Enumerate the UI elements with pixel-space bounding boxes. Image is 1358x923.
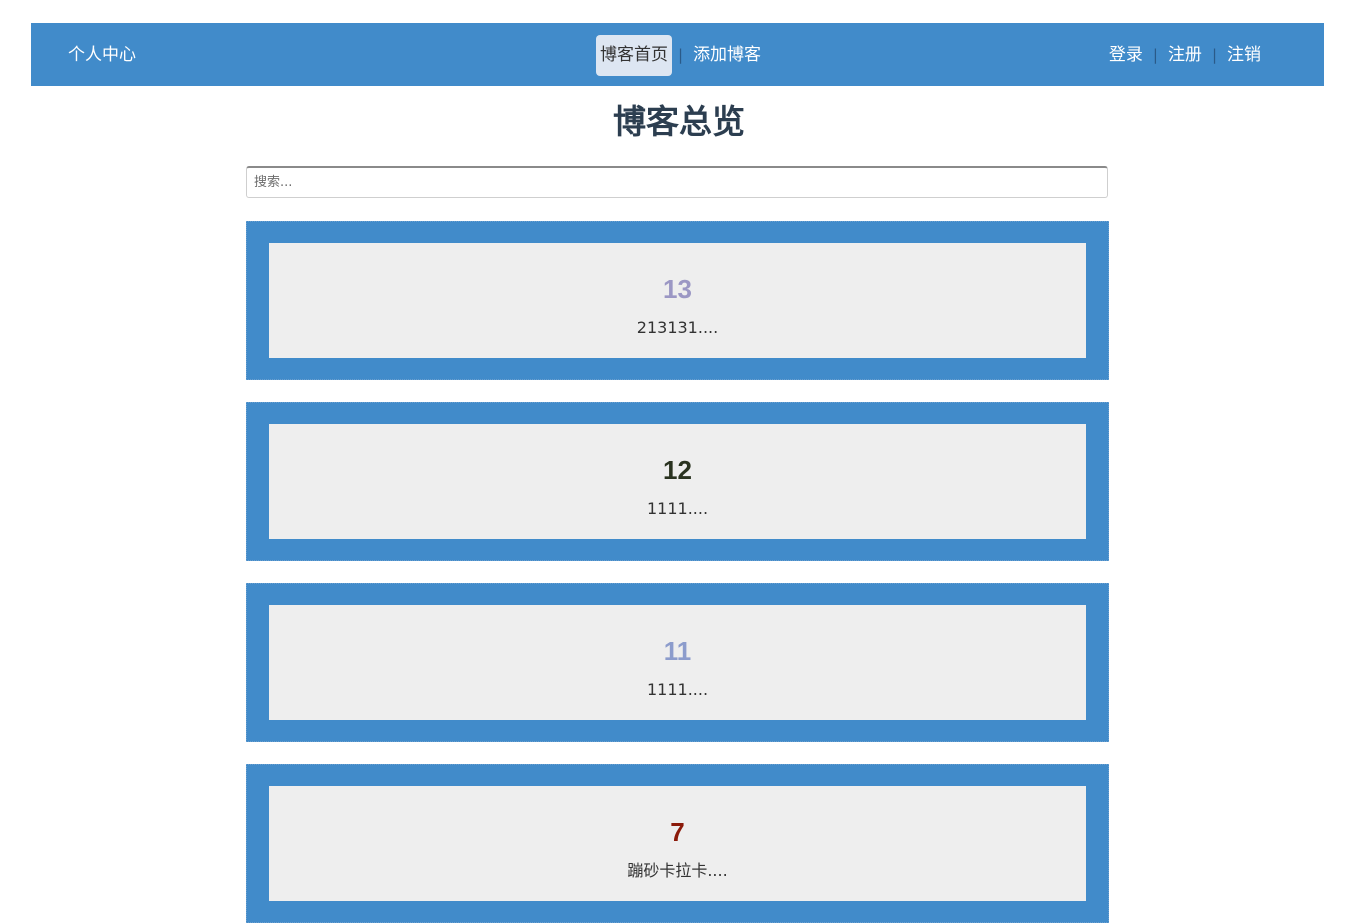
blog-card[interactable]: 11 1111.... [246, 583, 1109, 742]
blog-card-body: 11 1111.... [269, 605, 1086, 720]
nav-logout-link[interactable]: 注销 [1223, 35, 1265, 76]
blog-card[interactable]: 13 213131.... [246, 221, 1109, 380]
nav-separator: | [1211, 46, 1217, 64]
blog-card-summary: 1111.... [646, 499, 709, 518]
blog-card-summary: 蹦砂卡拉卡.... [627, 861, 728, 880]
blog-card-body: 12 1111.... [269, 424, 1086, 539]
blog-card-body: 7 蹦砂卡拉卡.... [269, 786, 1086, 901]
nav-separator: | [1152, 46, 1158, 64]
nav-login-link[interactable]: 登录 [1105, 35, 1147, 76]
top-navbar: 个人中心 博客首页 | 添加博客 登录 | 注册 | 注销 [31, 23, 1324, 86]
nav-add-blog-link[interactable]: 添加博客 [689, 35, 765, 76]
blog-card[interactable]: 12 1111.... [246, 402, 1109, 561]
blog-card-title[interactable]: 12 [269, 452, 1086, 488]
search-input[interactable] [246, 166, 1108, 198]
blog-card-body: 13 213131.... [269, 243, 1086, 358]
nav-blog-home-link[interactable]: 博客首页 [596, 35, 672, 76]
blog-card-title[interactable]: 13 [269, 271, 1086, 307]
nav-main-links: 博客首页 | 添加博客 [596, 35, 765, 76]
blog-card-title[interactable]: 7 [269, 814, 1086, 850]
nav-register-link[interactable]: 注册 [1164, 35, 1206, 76]
nav-auth-links: 登录 | 注册 | 注销 [1105, 35, 1265, 76]
blog-card[interactable]: 7 蹦砂卡拉卡.... [246, 764, 1109, 923]
blog-card-title[interactable]: 11 [269, 633, 1086, 669]
nav-separator: | [678, 46, 684, 64]
nav-personal-center-link[interactable]: 个人中心 [68, 23, 136, 86]
blog-card-summary: 213131.... [636, 318, 719, 337]
blog-card-summary: 1111.... [646, 680, 709, 699]
page-title: 博客总览 [613, 102, 745, 141]
